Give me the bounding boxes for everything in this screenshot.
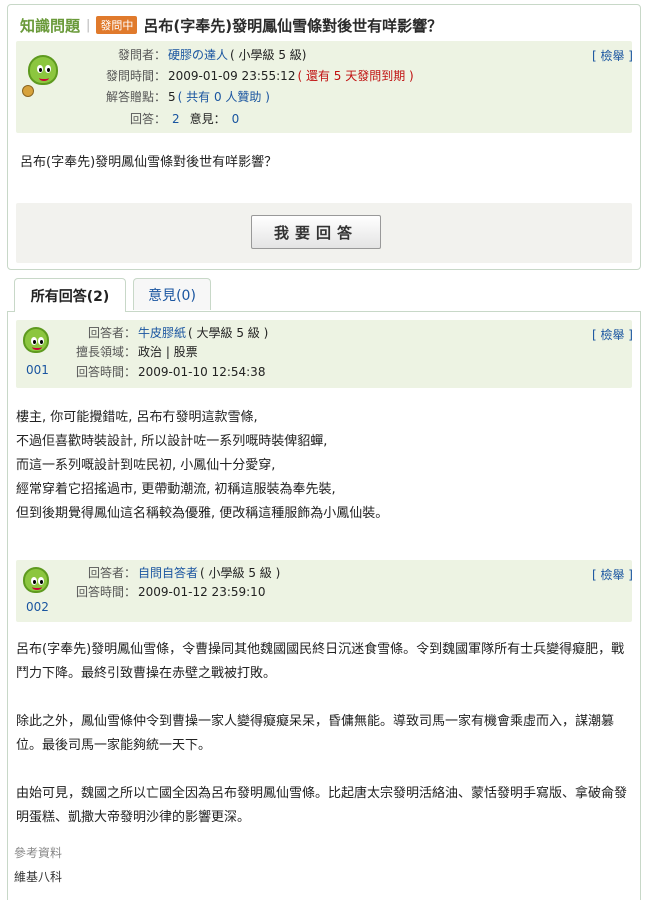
expertise-value: 政治 | 股票	[138, 345, 198, 359]
answer-1-number: 001	[26, 363, 49, 377]
answer-time-label: 回答時間：	[75, 585, 136, 599]
answers-count-label: 回答：	[129, 112, 166, 126]
answerer-2-level: ( 小學級 5 級 )	[200, 566, 281, 580]
answerer-1-name-link[interactable]: 牛皮膠紙	[138, 323, 186, 343]
medal-icon	[22, 85, 34, 97]
answer-2-paragraph: 呂布(字奉先)發明鳳仙雪條，令曹操同其他魏國國民終日沉迷食雪條。令到魏國軍隊所有…	[16, 642, 625, 681]
answer-tabs: 所有回答(2) 意見(0)	[7, 278, 641, 312]
deadline-notice: ( 還有 5 天發問到期 )	[297, 69, 414, 83]
question-body: 呂布(字奉先)發明鳳仙雪條對後世有咩影響？	[20, 155, 278, 170]
answerer-1-level: ( 大學級 5 級 )	[188, 326, 269, 340]
asker-avatar[interactable]	[22, 49, 64, 97]
question-header: 知識問題 | 發問中 呂布(字奉先)發明鳳仙雪條對後世有咩影響？	[20, 13, 442, 37]
reference-value: 維基八科	[14, 870, 63, 884]
answer-button[interactable]: 我要回答	[251, 215, 381, 249]
answer-1-time-value: 2009-01-10 12:54:38	[138, 365, 266, 379]
tab-all-answers[interactable]: 所有回答(2)	[14, 278, 126, 312]
asker-name-link[interactable]: 硬膠の達人	[168, 45, 228, 65]
answer-1-body: 樓主, 你可能攪錯咗, 呂布冇發明這款雪條, 不過佢喜歡時裝設計, 所以設計咗一…	[16, 406, 388, 526]
status-badge: 發問中	[96, 16, 138, 34]
answerer-1-avatar[interactable]	[20, 324, 54, 358]
answer-1-line: 不過佢喜歡時裝設計, 所以設計咗一系列嘅時裝俾貂蟬,	[16, 434, 328, 449]
answer-1-info: 001 回答者： 牛皮膠紙 ( 大學級 5 級 ) 擅長領域： 政治 | 股票 …	[16, 320, 633, 388]
answerer-2-name-link[interactable]: 自問自答者	[138, 563, 198, 583]
asker-level: ( 小學級 5 級)	[230, 48, 307, 62]
report-answer-1-link[interactable]: [ 檢舉 ]	[592, 326, 633, 343]
answer-time-label: 回答時間：	[75, 365, 136, 379]
answerer-label: 回答者：	[87, 326, 136, 340]
answers-box: 001 回答者： 牛皮膠紙 ( 大學級 5 級 ) 擅長領域： 政治 | 股票 …	[7, 311, 641, 900]
answer-2-body: 呂布(字奉先)發明鳳仙雪條，令曹操同其他魏國國民終日沉迷食雪條。令到魏國軍隊所有…	[16, 638, 632, 830]
answer-1-expertise-row: 擅長領域： 政治 | 股票	[64, 342, 198, 362]
comments-count[interactable]: 0	[232, 109, 240, 129]
tab-comments[interactable]: 意見(0)	[133, 278, 211, 310]
header-separator: |	[86, 17, 91, 33]
ask-time-value: 2009-01-09 23:55:12	[168, 69, 296, 83]
asker-label: 發問者：	[117, 48, 166, 62]
answer-1-line: 但到後期覺得鳳仙這名稱較為優雅, 便改稱這種服飾為小鳳仙裝。	[16, 506, 389, 521]
points-label: 解答贈點：	[105, 90, 166, 104]
report-question-link[interactable]: [ 檢舉 ]	[592, 47, 633, 64]
reference-label: 參考資料	[14, 846, 63, 860]
answer-2-answerer-row: 回答者： 自問自答者 ( 小學級 5 級 )	[64, 563, 280, 583]
answer-2-paragraph: 除此之外，鳳仙雪條仲令到曹操一家人變得癡癡呆呆，昏傭無能。導致司馬一家有機會乘虛…	[16, 714, 615, 753]
counts-row: 回答： 2 意見： 0	[78, 109, 239, 129]
brand-label[interactable]: 知識問題	[20, 15, 80, 36]
asker-row: 發問者： 硬膠の達人 ( 小學級 5 級)	[78, 45, 306, 65]
answer-1-answerer-row: 回答者： 牛皮膠紙 ( 大學級 5 級 )	[64, 323, 268, 343]
question-title: 呂布(字奉先)發明鳳仙雪條對後世有咩影響？	[143, 16, 443, 35]
comments-count-label: 意見：	[189, 112, 226, 126]
answer-1-time-row: 回答時間： 2009-01-10 12:54:38	[64, 362, 265, 382]
points-row: 解答贈點： 5 ( 共有 0 人贊助 )	[78, 87, 270, 107]
expertise-label: 擅長領域：	[75, 345, 136, 359]
answerer-2-avatar[interactable]	[20, 564, 54, 598]
bean-face-icon	[23, 327, 49, 353]
answer-1-line: 樓主, 你可能攪錯咗, 呂布冇發明這款雪條,	[16, 410, 258, 425]
bean-face-icon	[23, 567, 49, 593]
question-info-panel: 發問者： 硬膠の達人 ( 小學級 5 級) 發問時間： 2009-01-09 2…	[16, 41, 633, 133]
ask-time-row: 發問時間： 2009-01-09 23:55:12 ( 還有 5 天發問到期 )	[78, 66, 414, 86]
ask-time-label: 發問時間：	[105, 69, 166, 83]
answer-2-number: 002	[26, 600, 49, 614]
question-box: 知識問題 | 發問中 呂布(字奉先)發明鳳仙雪條對後世有咩影響？ 發問者： 硬膠…	[7, 4, 641, 270]
answer-1-line: 經常穿着它招搖過市, 更帶動潮流, 初稱這服裝為奉先裝,	[16, 482, 336, 497]
answerer-label: 回答者：	[87, 566, 136, 580]
answer-2-time-row: 回答時間： 2009-01-12 23:59:10	[64, 582, 265, 602]
answer-2-paragraph: 由始可見，魏國之所以亡國全因為呂布發明鳳仙雪條。比起唐太宗發明活絡油、蒙恬發明手…	[16, 786, 628, 825]
points-value: 5	[168, 90, 176, 104]
answers-count[interactable]: 2	[172, 109, 180, 129]
bean-face-icon	[28, 55, 58, 85]
answer-panel: 我要回答	[16, 203, 632, 263]
report-answer-2-link[interactable]: [ 檢舉 ]	[592, 566, 633, 583]
answer-2-time-value: 2009-01-12 23:59:10	[138, 585, 266, 599]
answer-2-info: 002 回答者： 自問自答者 ( 小學級 5 級 ) 回答時間： 2009-01…	[16, 560, 633, 622]
sponsor-link[interactable]: ( 共有 0 人贊助 )	[178, 87, 270, 107]
answer-1-line: 而這一系列嘅設計到咗民初, 小鳳仙十分愛穿,	[16, 458, 276, 473]
